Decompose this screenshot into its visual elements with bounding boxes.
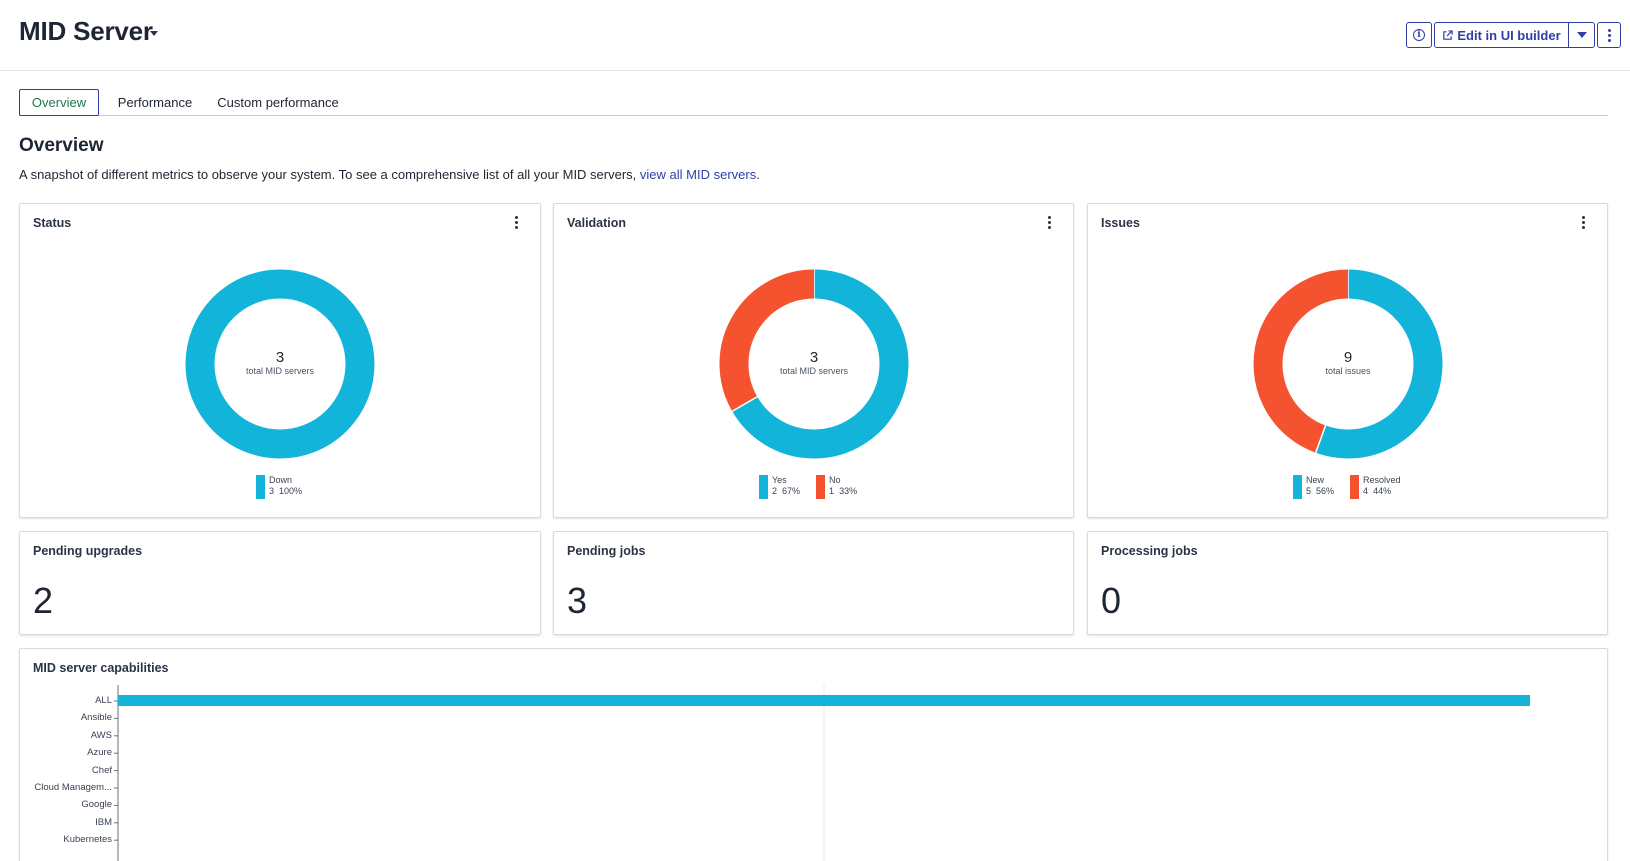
legend-percent: 56% bbox=[1316, 486, 1335, 496]
info-icon: i bbox=[1413, 29, 1425, 41]
legend-name: Yes bbox=[772, 475, 787, 485]
page-header: MID Server i Edit in UI builder bbox=[0, 0, 1630, 71]
legend-swatch bbox=[759, 475, 768, 499]
legend-percent: 44% bbox=[1373, 486, 1392, 496]
page-title[interactable]: MID Server bbox=[19, 16, 153, 47]
donut-center-value: 3 bbox=[275, 349, 285, 366]
legend-item[interactable]: New 5 56% bbox=[1293, 475, 1334, 499]
chevron-down-icon bbox=[1576, 32, 1587, 38]
description-text: A snapshot of different metrics to obser… bbox=[19, 167, 640, 182]
section-description: A snapshot of different metrics to obser… bbox=[19, 167, 760, 182]
tab-performance[interactable]: Performance bbox=[110, 89, 200, 116]
legend-swatch bbox=[1350, 475, 1360, 499]
external-link-icon bbox=[1443, 29, 1454, 40]
section-title: Overview bbox=[19, 135, 104, 156]
tab-overview[interactable]: Overview bbox=[19, 89, 99, 116]
capabilities-bar-chart bbox=[114, 685, 1530, 861]
mid-server-capabilities-card: MID server capabilities ALL Ansible AWS Azu… bbox=[19, 648, 1608, 861]
chart-legend: New 5 56% Resolved 4 44% bbox=[1293, 475, 1401, 499]
legend-name: New bbox=[1306, 475, 1325, 485]
edit-in-ui-builder-button[interactable]: Edit in UI builder bbox=[1434, 22, 1569, 48]
legend-item[interactable]: No 1 33% bbox=[816, 475, 857, 499]
legend-swatch bbox=[816, 475, 826, 499]
legend-count: 5 bbox=[1306, 486, 1312, 496]
legend-percent: 100% bbox=[279, 486, 303, 496]
validation-card: Validation 3 total MID servers Yes 2 67% … bbox=[553, 203, 1074, 518]
processing-jobs-card: Processing jobs 0 bbox=[1087, 531, 1608, 635]
legend-percent: 33% bbox=[839, 486, 858, 496]
donut-center-label: total MID servers bbox=[779, 366, 848, 376]
donut-center-value: 3 bbox=[809, 349, 819, 366]
view-all-mid-servers-link[interactable]: view all MID servers bbox=[640, 167, 756, 182]
legend-item[interactable]: Resolved 4 44% bbox=[1350, 475, 1401, 499]
stat-value[interactable]: 2 bbox=[33, 580, 53, 622]
donut-center-label: total MID servers bbox=[245, 366, 314, 376]
chart-legend: Down 3 100% bbox=[256, 475, 302, 499]
stat-value[interactable]: 0 bbox=[1101, 580, 1121, 622]
legend-item[interactable]: Yes 2 67% bbox=[759, 475, 800, 499]
legend-name: Down bbox=[269, 475, 293, 485]
donut-center-label: total issues bbox=[1325, 366, 1371, 376]
legend-count: 2 bbox=[772, 486, 778, 496]
legend-swatch bbox=[1293, 475, 1302, 499]
capability-bar[interactable] bbox=[118, 695, 1530, 706]
stat-value[interactable]: 3 bbox=[567, 580, 587, 622]
legend-count: 1 bbox=[829, 486, 835, 496]
issues-card: Issues 9 total issues New 5 56% Resolved 4… bbox=[1087, 203, 1608, 518]
card-title: Processing jobs bbox=[1101, 544, 1198, 558]
edit-options-dropdown-button[interactable] bbox=[1568, 22, 1595, 48]
card-title: Pending upgrades bbox=[33, 544, 143, 558]
pending-upgrades-card: Pending upgrades 2 bbox=[19, 531, 541, 635]
description-end: . bbox=[756, 167, 760, 182]
info-button[interactable]: i bbox=[1406, 22, 1432, 48]
legend-percent: 67% bbox=[782, 486, 801, 496]
legend-name: Resolved bbox=[1363, 475, 1401, 485]
donut-slice-no[interactable] bbox=[719, 269, 815, 412]
donut-center-value: 9 bbox=[1343, 349, 1353, 366]
legend-count: 4 bbox=[1363, 486, 1369, 496]
legend-item[interactable]: Down 3 100% bbox=[256, 475, 302, 499]
legend-name: No bbox=[829, 475, 841, 485]
more-actions-button[interactable] bbox=[1597, 22, 1621, 48]
more-vertical-icon bbox=[1607, 28, 1611, 42]
card-title: Pending jobs bbox=[567, 544, 646, 558]
legend-swatch bbox=[256, 475, 265, 499]
chart-legend: Yes 2 67% No 1 33% bbox=[759, 475, 857, 499]
tab-bar: Overview Performance Custom performance bbox=[19, 89, 1608, 116]
tab-custom-performance[interactable]: Custom performance bbox=[212, 89, 344, 116]
status-card: Status 3 total MID servers Down 3 100% bbox=[19, 203, 541, 518]
edit-button-label: Edit in UI builder bbox=[1457, 27, 1561, 43]
legend-count: 3 bbox=[269, 486, 275, 496]
title-dropdown-icon[interactable] bbox=[150, 31, 158, 36]
pending-jobs-card: Pending jobs 3 bbox=[553, 531, 1074, 635]
